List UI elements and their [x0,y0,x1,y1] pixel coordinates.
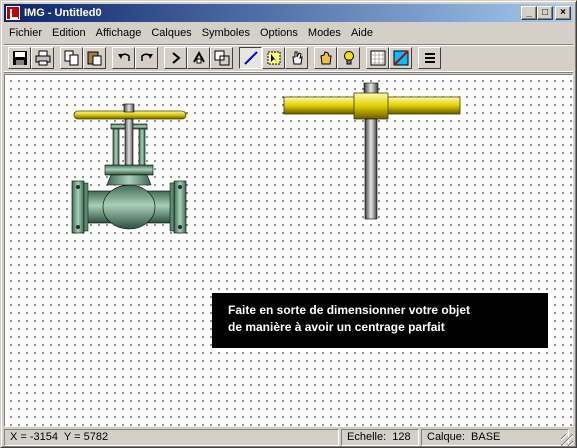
redo-icon [140,53,153,61]
select-tool-button[interactable] [262,47,285,69]
print-icon [35,50,50,66]
instruction-line-1: Faite en sorte de dimensionner votre obj… [228,303,471,317]
hand-tool-icon [291,51,303,65]
window-controls: _ □ × [521,6,571,20]
rotate-right-icon [192,50,205,64]
minimize-button[interactable]: _ [521,6,537,20]
menu-bar: Fichier Edition Affichage Calques Symbol… [4,23,573,42]
grab-icon [319,51,332,65]
app-window: IMG - Untitled0 _ □ × Fichier Edition Af… [0,0,577,448]
paste-button[interactable] [83,47,106,69]
hand-tool-button[interactable] [285,47,308,69]
maximize-icon: □ [541,7,549,18]
menu-lines-button[interactable] [418,47,441,69]
toolbar [4,44,573,72]
undo-icon [117,53,130,61]
coordinates-readout: X = -3154 Y = 5782 [4,429,339,446]
color-button[interactable] [389,47,412,69]
print-button[interactable] [31,47,54,69]
line-tool-button[interactable] [239,47,262,69]
app-icon[interactable] [6,6,20,20]
gate-valve-symbol[interactable] [65,103,193,247]
copy-icon [64,50,78,66]
drawing-canvas[interactable]: Faite en sorte de dimensionner votre obj… [4,74,573,427]
menu-fichier[interactable]: Fichier [4,27,47,39]
save-icon [12,51,27,65]
menu-aide[interactable]: Aide [346,27,378,39]
grid-icon [370,50,385,66]
rotate-left-icon [171,52,181,64]
rotate-right-button[interactable] [187,47,210,69]
resize-grip-icon[interactable] [561,434,573,446]
menu-affichage[interactable]: Affichage [91,27,147,39]
title-bar[interactable]: IMG - Untitled0 _ □ × [4,4,573,22]
undo-button[interactable] [112,47,135,69]
scale-readout: Echelle: 128 [341,429,419,446]
line-tool-icon [243,51,258,65]
grid-button[interactable] [366,47,389,69]
copy-button[interactable] [60,47,83,69]
menu-options[interactable]: Options [255,27,303,39]
minimize-icon: _ [526,7,532,18]
window-title: IMG - Untitled0 [24,7,102,19]
save-button[interactable] [8,47,31,69]
instruction-line-2: de manière à avoir un centrage parfait [228,320,445,334]
rotate-left-button[interactable] [164,47,187,69]
menu-symboles[interactable]: Symboles [197,27,255,39]
paste-icon [87,51,101,66]
instruction-message: Faite en sorte de dimensionner votre obj… [212,293,548,348]
color-icon [392,50,409,66]
redo-button[interactable] [135,47,158,69]
resize-icon [214,50,229,66]
bulb-button[interactable] [337,47,360,69]
menu-edition[interactable]: Edition [47,27,91,39]
close-icon: × [560,7,566,18]
layer-readout: Calque: BASE [421,429,569,446]
grab-button[interactable] [314,47,337,69]
menu-modes[interactable]: Modes [303,27,346,39]
menu-lines-icon [424,53,435,63]
status-bar: X = -3154 Y = 5782 Echelle: 128 Calque: … [4,429,573,446]
resize-button[interactable] [210,47,233,69]
handwheel-stem-symbol[interactable] [282,81,462,223]
menu-calques[interactable]: Calques [146,27,196,39]
close-button[interactable]: × [555,6,571,20]
maximize-button[interactable]: □ [537,6,553,20]
bulb-icon [343,51,354,65]
select-tool-icon [267,51,280,65]
